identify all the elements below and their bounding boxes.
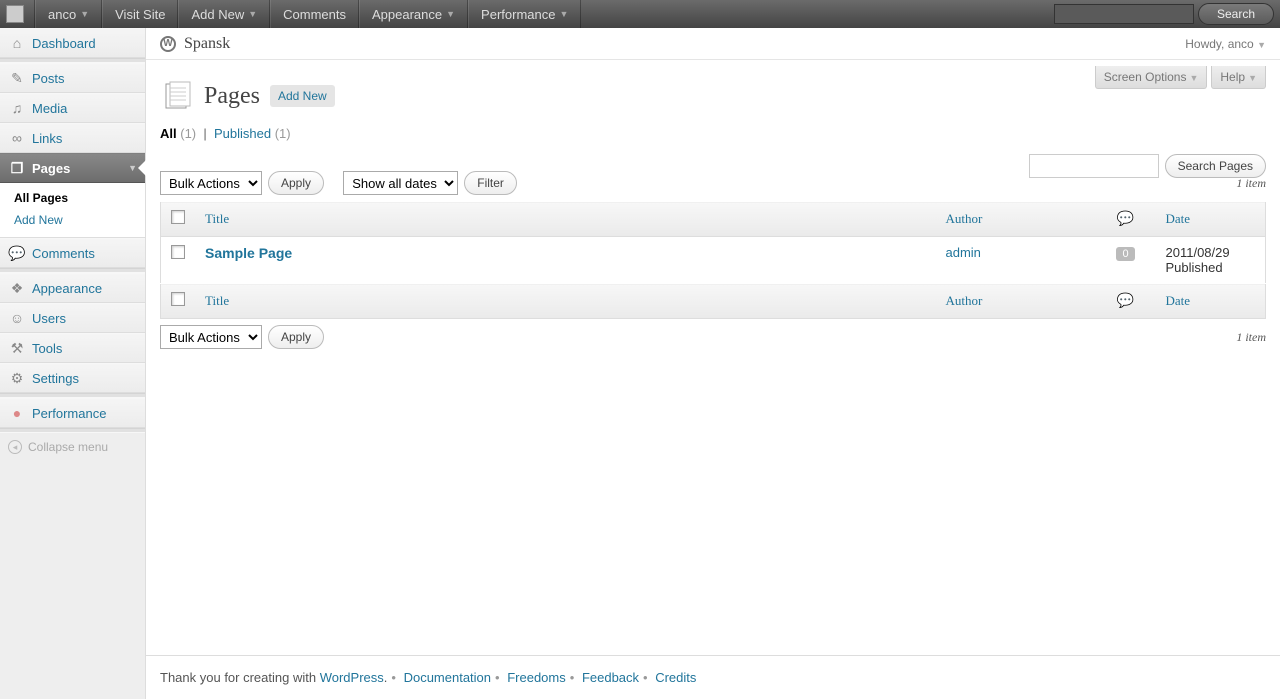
appearance-icon: ❖ xyxy=(8,280,26,296)
adminbar-visit-site[interactable]: Visit Site xyxy=(102,0,178,28)
select-all-checkbox-bottom[interactable] xyxy=(171,292,185,306)
submenu-pages: All Pages Add New xyxy=(0,183,145,238)
adminbar-search-button[interactable]: Search xyxy=(1198,3,1274,25)
chevron-down-icon: ▼ xyxy=(248,9,257,19)
adminbar-performance[interactable]: Performance▼ xyxy=(468,0,581,28)
admin-bar: anco▼ Visit Site Add New▼ Comments Appea… xyxy=(0,0,1280,28)
header: W Spansk Howdy, anco ▼ xyxy=(146,28,1280,60)
comment-icon: 💬 xyxy=(1117,294,1134,309)
chevron-down-icon: ▼ xyxy=(128,163,137,173)
menu-users[interactable]: ☺Users xyxy=(0,303,145,333)
site-title: Spansk xyxy=(184,35,230,53)
avatar-icon xyxy=(6,5,24,23)
col-author-foot[interactable]: Author xyxy=(936,284,1096,319)
chevron-down-icon: ▼ xyxy=(80,9,89,19)
comment-icon: 💬 xyxy=(8,245,26,261)
date-filter-select[interactable]: Show all dates xyxy=(343,171,458,195)
apply-bulk-button[interactable]: Apply xyxy=(268,171,324,195)
main-content: W Spansk Howdy, anco ▼ Screen Options▼ H… xyxy=(146,28,1280,699)
item-count-bottom: 1 item xyxy=(1236,330,1266,345)
menu-appearance[interactable]: ❖Appearance xyxy=(0,273,145,303)
row-checkbox[interactable] xyxy=(171,245,185,259)
footer-credits-link[interactable]: Credits xyxy=(655,670,696,685)
page-icon: ❐ xyxy=(8,160,26,176)
adminbar-search-input[interactable] xyxy=(1054,4,1194,24)
submenu-all-pages[interactable]: All Pages xyxy=(0,187,145,209)
pages-table: Title Author 💬 Date Sample Page admin 0 … xyxy=(160,201,1266,319)
adminbar-username[interactable]: anco▼ xyxy=(35,0,102,28)
collapse-menu[interactable]: ◂Collapse menu xyxy=(0,433,145,461)
chevron-down-icon: ▼ xyxy=(1189,73,1198,83)
row-status: Published xyxy=(1166,260,1223,275)
footer-feedback-link[interactable]: Feedback xyxy=(582,670,639,685)
home-icon: ⌂ xyxy=(8,35,26,51)
filter-all[interactable]: All xyxy=(160,126,177,141)
row-title-link[interactable]: Sample Page xyxy=(205,245,292,261)
footer: Thank you for creating with WordPress.• … xyxy=(146,655,1280,699)
screen-options-tab[interactable]: Screen Options▼ xyxy=(1095,66,1208,89)
pages-icon xyxy=(160,78,196,114)
tools-icon: ⚒ xyxy=(8,340,26,356)
page-title: Pages xyxy=(204,83,260,110)
chevron-down-icon: ▼ xyxy=(559,9,568,19)
adminbar-add-new[interactable]: Add New▼ xyxy=(178,0,270,28)
performance-icon: ● xyxy=(8,405,26,421)
bulk-actions-select[interactable]: Bulk Actions xyxy=(160,171,262,195)
adminbar-user[interactable] xyxy=(0,0,35,28)
col-title[interactable]: Title xyxy=(195,202,936,237)
filter-published[interactable]: Published xyxy=(214,126,271,141)
menu-posts[interactable]: ✎Posts xyxy=(0,63,145,93)
row-date: 2011/08/29 xyxy=(1166,245,1230,260)
menu-links[interactable]: ∞Links xyxy=(0,123,145,153)
admin-sidebar: ⌂Dashboard ✎Posts ♫Media ∞Links ❐Pages▼ … xyxy=(0,28,146,699)
menu-media[interactable]: ♫Media xyxy=(0,93,145,123)
col-comments[interactable]: 💬 xyxy=(1096,202,1156,237)
menu-dashboard[interactable]: ⌂Dashboard xyxy=(0,28,145,58)
submenu-add-new[interactable]: Add New xyxy=(0,209,145,231)
col-date-foot[interactable]: Date xyxy=(1156,284,1266,319)
adminbar-appearance[interactable]: Appearance▼ xyxy=(359,0,468,28)
menu-comments[interactable]: 💬Comments xyxy=(0,238,145,268)
comment-icon: 💬 xyxy=(1117,212,1134,227)
footer-freedoms-link[interactable]: Freedoms xyxy=(507,670,566,685)
col-comments-foot[interactable]: 💬 xyxy=(1096,284,1156,319)
filter-button[interactable]: Filter xyxy=(464,171,517,195)
collapse-icon: ◂ xyxy=(8,440,22,454)
search-pages-button[interactable]: Search Pages xyxy=(1165,154,1266,178)
search-pages-input[interactable] xyxy=(1029,154,1159,178)
pin-icon: ✎ xyxy=(8,70,26,86)
menu-performance[interactable]: ●Performance xyxy=(0,398,145,428)
menu-pages[interactable]: ❐Pages▼ xyxy=(0,153,145,183)
comment-count-badge[interactable]: 0 xyxy=(1116,247,1134,261)
select-all-checkbox[interactable] xyxy=(171,210,185,224)
row-author-link[interactable]: admin xyxy=(946,245,981,260)
settings-icon: ⚙ xyxy=(8,370,26,386)
footer-documentation-link[interactable]: Documentation xyxy=(404,670,491,685)
media-icon: ♫ xyxy=(8,100,26,116)
footer-wordpress-link[interactable]: WordPress xyxy=(320,670,384,685)
filter-links: All (1) | Published (1) xyxy=(160,126,1266,141)
table-row: Sample Page admin 0 2011/08/29Published xyxy=(161,237,1266,284)
menu-tools[interactable]: ⚒Tools xyxy=(0,333,145,363)
col-author[interactable]: Author xyxy=(936,202,1096,237)
col-date[interactable]: Date xyxy=(1156,202,1266,237)
apply-bulk-button-bottom[interactable]: Apply xyxy=(268,325,324,349)
help-tab[interactable]: Help▼ xyxy=(1211,66,1266,89)
chevron-down-icon: ▼ xyxy=(446,9,455,19)
users-icon: ☺ xyxy=(8,310,26,326)
wordpress-logo-icon: W xyxy=(160,36,176,52)
howdy-user[interactable]: Howdy, anco ▼ xyxy=(1185,37,1266,51)
adminbar-comments[interactable]: Comments xyxy=(270,0,359,28)
chevron-down-icon: ▼ xyxy=(1257,40,1266,50)
add-new-button[interactable]: Add New xyxy=(270,85,335,107)
menu-settings[interactable]: ⚙Settings xyxy=(0,363,145,393)
link-icon: ∞ xyxy=(8,130,26,146)
col-title-foot[interactable]: Title xyxy=(195,284,936,319)
chevron-down-icon: ▼ xyxy=(1248,73,1257,83)
bulk-actions-select-bottom[interactable]: Bulk Actions xyxy=(160,325,262,349)
